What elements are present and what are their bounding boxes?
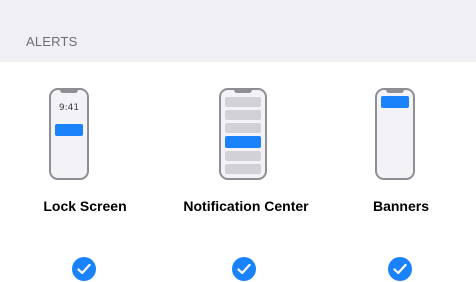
notification-center-phone-illustration <box>219 88 267 180</box>
alert-style-options: 9:41 Lock Screen Notification Center Ban… <box>0 62 476 282</box>
banners-notification-banner <box>381 96 409 108</box>
placeholder-row <box>225 164 261 174</box>
banners-checkmark-icon[interactable] <box>388 257 412 281</box>
placeholder-row <box>225 123 261 133</box>
placeholder-row <box>225 97 261 107</box>
phone-notch <box>234 90 252 93</box>
section-header: ALERTS <box>0 0 476 62</box>
phone-notch <box>60 90 78 93</box>
section-title: ALERTS <box>26 34 78 49</box>
lock-screen-label: Lock Screen <box>43 198 127 214</box>
phone-notch <box>386 90 404 93</box>
placeholder-row <box>225 151 261 161</box>
banners-phone-illustration <box>375 88 415 180</box>
lock-screen-phone-illustration: 9:41 <box>49 88 89 180</box>
banners-label: Banners <box>372 198 430 214</box>
notification-center-highlighted-notification <box>225 136 261 148</box>
lock-screen-time: 9:41 <box>58 103 80 113</box>
notification-center-label: Notification Center <box>183 198 309 214</box>
option-lock-screen[interactable]: 9:41 Lock Screen <box>26 62 144 282</box>
lock-screen-notification-banner <box>55 124 83 136</box>
placeholder-row <box>225 110 261 120</box>
notification-center-checkmark-icon[interactable] <box>232 257 256 281</box>
option-banners[interactable]: Banners <box>346 62 456 282</box>
lock-screen-checkmark-icon[interactable] <box>72 257 96 281</box>
option-notification-center[interactable]: Notification Center <box>160 62 332 282</box>
